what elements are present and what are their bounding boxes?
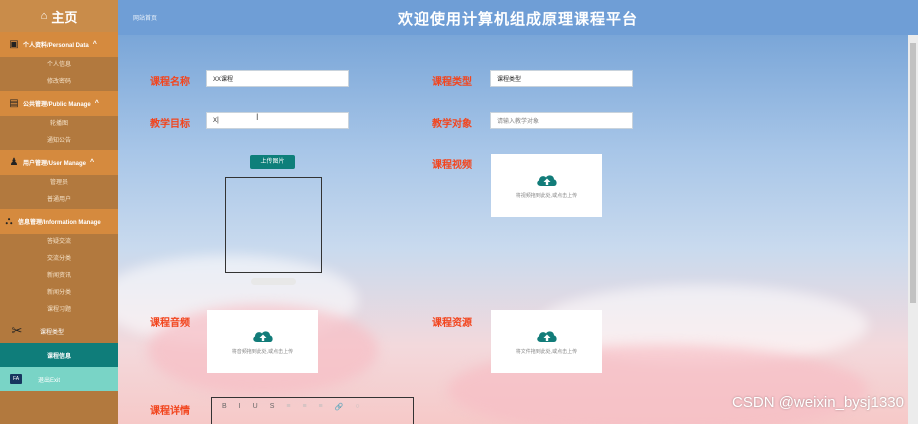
sidebar-item-carousel[interactable]: 轮播图 [0, 116, 118, 133]
top-header: 网站首页 欢迎使用计算机组成原理课程平台 [118, 0, 918, 35]
watermark: CSDN @weixin_bysj1330 [732, 394, 904, 411]
page-title: 欢迎使用计算机组成原理课程平台 [397, 11, 638, 28]
editor-toolbar: B I U S ≡ ≡ ≡ 🔗 ○ [212, 398, 413, 416]
sidebar-group-information[interactable]: ⛬ 信息管理/Information Manage [0, 209, 118, 234]
chevron-up-icon: ^ [90, 159, 95, 166]
video-drop-text: 将视频拖到此处,或点击上传 [515, 192, 578, 199]
sidebar-group-label: 个人资料/Personal Data [23, 43, 89, 49]
sidebar-home[interactable]: ⌂ 主页 [0, 0, 118, 32]
sidebar-item-course-type[interactable]: ✂ 课程类型 [0, 319, 118, 343]
page-scrollbar[interactable] [908, 35, 918, 424]
sidebar-item-exchange-category[interactable]: 交流分类 [0, 251, 118, 268]
sidebar-item-notice[interactable]: 通知公告 [0, 133, 118, 150]
sidebar-group-public[interactable]: ▤ 公共管理/Public Manage ^ [0, 91, 118, 116]
course-type-value: 课程类型 [497, 77, 522, 83]
image-button[interactable]: ○ [355, 403, 359, 411]
align-center-button[interactable]: ≡ [302, 403, 306, 411]
teaching-target-placeholder: 请输入教学对象 [497, 119, 540, 125]
course-video-label: 课程视频 [432, 160, 472, 171]
tools-icon: ✂ [11, 323, 23, 338]
rich-text-editor[interactable]: B I U S ≡ ≡ ≡ 🔗 ○ [211, 397, 414, 424]
italic-button[interactable]: I [239, 403, 241, 411]
sidebar-item-normal-user[interactable]: 普通用户 [0, 192, 118, 209]
align-left-button[interactable]: ≡ [286, 403, 290, 411]
bold-button[interactable]: B [222, 403, 227, 411]
course-audio-label: 课程音频 [150, 318, 190, 329]
teaching-target-label: 教学对象 [432, 119, 472, 130]
video-dropzone[interactable]: 将视频拖到此处,或点击上传 [491, 154, 602, 217]
scrollbar-handle[interactable] [251, 278, 296, 285]
sidebar-item-exercises[interactable]: 课程习题 [0, 302, 118, 319]
sidebar-item-label: 课程信息 [46, 353, 71, 360]
sidebar-group-label: 用户管理/User Manage [23, 161, 87, 167]
sidebar-item-course-info[interactable]: 课程信息 [0, 343, 118, 367]
resource-dropzone[interactable]: 将文件拖到此处,或点击上传 [491, 310, 602, 373]
upload-cloud-icon [536, 174, 557, 186]
sidebar-item-qa[interactable]: 答疑交流 [0, 234, 118, 251]
course-name-input[interactable]: XX课程 [206, 70, 349, 87]
course-name-value: XX课程 [213, 77, 234, 83]
sidebar-home-label: 主页 [51, 9, 78, 25]
home-icon: ⌂ [40, 10, 48, 22]
sidebar-group-label: 公共管理/Public Manage [23, 102, 91, 108]
main-content: 课程名称 XX课程 课程类型 课程类型 教学目标 X | I 教学对象 请输入教学… [118, 35, 908, 424]
text-cursor-icon: I [256, 112, 259, 122]
sidebar-group-personal[interactable]: ▣ 个人资料/Personal Data ^ [0, 32, 118, 57]
sidebar: ⌂ 主页 ▣ 个人资料/Personal Data ^ 个人信息 修改密码 ▤ … [0, 0, 118, 424]
image-preview [225, 177, 322, 273]
sidebar-item-admin[interactable]: 管理员 [0, 175, 118, 192]
sidebar-item-label: 退出Exit [38, 377, 61, 384]
sidebar-item-personal-info[interactable]: 个人信息 [0, 57, 118, 74]
course-type-label: 课程类型 [432, 77, 472, 88]
teaching-target-input[interactable]: 请输入教学对象 [490, 112, 633, 129]
scrollbar-thumb[interactable] [910, 43, 916, 303]
upload-cloud-icon [536, 330, 557, 342]
course-detail-label: 课程详情 [150, 406, 190, 417]
course-resource-label: 课程资源 [432, 318, 472, 329]
user-gear-icon: ♟ [9, 157, 19, 168]
upload-cloud-icon [252, 330, 273, 342]
audio-dropzone[interactable]: 将音频拖到此处,或点击上传 [207, 310, 318, 373]
sidebar-item-exit[interactable]: FA 退出Exit [0, 367, 118, 391]
course-type-select[interactable]: 课程类型 [490, 70, 633, 87]
resource-drop-text: 将文件拖到此处,或点击上传 [515, 348, 578, 355]
upload-image-button[interactable]: 上传图片 [250, 155, 295, 169]
sidebar-item-news-category[interactable]: 新闻分类 [0, 285, 118, 302]
underline-button[interactable]: U [253, 403, 258, 411]
chevron-up-icon: ^ [92, 41, 97, 48]
course-name-label: 课程名称 [150, 77, 190, 88]
chevron-up-icon: ^ [94, 100, 99, 107]
strikethrough-button[interactable]: S [270, 403, 275, 411]
sidebar-item-news[interactable]: 新闻资讯 [0, 268, 118, 285]
sidebar-item-change-password[interactable]: 修改密码 [0, 74, 118, 91]
teaching-goal-label: 教学目标 [150, 119, 190, 130]
person-card-icon: ▣ [9, 39, 19, 50]
sidebar-item-label: 课程类型 [40, 329, 65, 336]
sidebar-group-users[interactable]: ♟ 用户管理/User Manage ^ [0, 150, 118, 175]
sitemap-icon: ⛬ [5, 216, 13, 227]
teaching-goal-input[interactable]: X | [206, 112, 349, 129]
display-board-icon: ▤ [9, 98, 19, 109]
exit-icon: FA [10, 374, 22, 384]
align-right-button[interactable]: ≡ [319, 403, 323, 411]
link-button[interactable]: 🔗 [335, 403, 344, 411]
audio-drop-text: 将音频拖到此处,或点击上传 [231, 348, 294, 355]
sidebar-group-label: 信息管理/Information Manage [18, 220, 101, 226]
